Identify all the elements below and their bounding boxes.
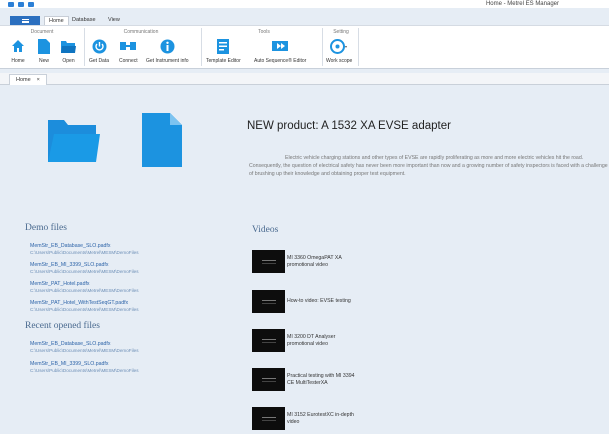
file-path: C:\Users\Public\Documents\Metrel\MESM\De… — [30, 250, 139, 255]
video-item[interactable]: Practical testing with MI 3394 CE MultiT… — [252, 368, 359, 391]
work-scope-button[interactable]: Work scope — [326, 38, 352, 64]
recent-files-title: Recent opened files — [25, 321, 100, 331]
file-name: MemStr_PAT_Hotel.padfx — [30, 281, 90, 287]
title-bar: Home - Metrel ES Manager — [0, 0, 609, 8]
new-button[interactable]: New — [38, 38, 50, 64]
file-name: MemStr_EB_MI_3399_SLO.padfx — [30, 262, 109, 268]
sequence-editor-icon — [272, 38, 289, 54]
list-item[interactable]: MemStr_EB_Database_SLO.padfx C:\Users\Pu… — [30, 243, 139, 255]
get-instrument-info-label: Get Instrument info — [146, 58, 189, 64]
news-title: NEW product: A 1532 XA EVSE adapter — [247, 120, 451, 132]
video-item[interactable]: How-to video: EVSE testing — [252, 290, 359, 313]
video-thumbnail — [252, 407, 285, 430]
file-menu-button[interactable] — [10, 16, 40, 25]
ribbon: Document Communication Tools Setting Hom… — [0, 25, 609, 69]
new-document-icon — [38, 38, 50, 54]
tab-database[interactable]: Database — [72, 17, 96, 23]
video-item[interactable]: MI 3360 OmegaPAT XA promotional video — [252, 250, 359, 273]
video-thumbnail — [252, 368, 285, 391]
menu-icon — [21, 18, 29, 23]
document-tab-label: Home — [16, 77, 31, 83]
app-icon — [8, 2, 14, 7]
template-editor-icon — [217, 38, 230, 54]
new-button-label: New — [38, 58, 49, 64]
open-file-large-button[interactable] — [48, 118, 100, 164]
group-title-tools: Tools — [258, 29, 270, 35]
work-scope-label: Work scope — [326, 58, 353, 64]
file-path: C:\Users\Public\Documents\Metrel\MESM\De… — [30, 348, 139, 353]
get-data-button[interactable]: Get Data — [89, 38, 109, 64]
tab-home[interactable]: Home — [44, 16, 69, 25]
home-button-label: Home — [11, 58, 25, 64]
video-title: MI 3152 EurotestXC in-depth video — [287, 411, 354, 425]
file-name: MemStr_EB_Database_SLO.padfx — [30, 243, 111, 249]
list-item[interactable]: MemStr_EB_Database_SLO.padfx C:\Users\Pu… — [30, 341, 139, 353]
home-icon — [11, 38, 25, 54]
separator — [84, 28, 85, 66]
video-thumbnail — [252, 329, 285, 352]
get-data-label: Get Data — [89, 58, 110, 64]
group-title-document: Document — [30, 29, 54, 35]
file-path: C:\Users\Public\Documents\Metrel\MESM\De… — [30, 307, 139, 312]
info-icon — [160, 38, 175, 54]
quick-access-toolbar — [8, 2, 34, 7]
video-title: MI 3200 DT Analyser promotional video — [287, 333, 336, 347]
window-title: Home - Metrel ES Manager — [485, 1, 559, 7]
open-button-label: Open — [62, 58, 75, 64]
video-item[interactable]: MI 3152 EurotestXC in-depth video — [252, 407, 359, 430]
list-item[interactable]: MemStr_PAT_Hotel.padfx C:\Users\Public\D… — [30, 281, 139, 293]
file-path: C:\Users\Public\Documents\Metrel\MESM\De… — [30, 269, 139, 274]
group-title-communication: Communication — [123, 29, 159, 35]
auto-sequence-editor-label: Auto Sequence® Editor — [254, 58, 307, 64]
open-button[interactable]: Open — [61, 38, 76, 64]
home-button[interactable]: Home — [11, 38, 25, 64]
list-item[interactable]: MemStr_EB_MI_3399_SLO.padfx C:\Users\Pub… — [30, 262, 139, 274]
video-thumbnail — [252, 250, 285, 273]
new-document-icon — [142, 113, 182, 167]
connect-label: Connect — [119, 58, 138, 64]
tab-view[interactable]: View — [108, 17, 120, 23]
get-instrument-info-button[interactable]: Get Instrument info — [146, 38, 189, 64]
auto-sequence-editor-button[interactable]: Auto Sequence® Editor — [254, 38, 306, 64]
save-icon[interactable] — [18, 2, 24, 7]
home-page: NEW product: A 1532 XA EVSE adapter Elec… — [0, 85, 609, 434]
separator — [358, 28, 359, 66]
new-file-large-button[interactable] — [142, 113, 182, 169]
video-title: Practical testing with MI 3394 CE MultiT… — [287, 372, 355, 386]
list-item[interactable]: MemStr_EB_MI_3399_SLO.padfx C:\Users\Pub… — [30, 361, 139, 373]
open-icon[interactable] — [28, 2, 34, 7]
news-body: Electric vehicle charging stations and o… — [249, 155, 608, 177]
video-title: How-to video: EVSE testing — [287, 298, 351, 304]
file-path: C:\Users\Public\Documents\Metrel\MESM\De… — [30, 288, 139, 293]
open-folder-icon — [61, 38, 76, 54]
connect-icon — [120, 38, 137, 54]
connect-button[interactable]: Connect — [119, 38, 138, 64]
file-path: C:\Users\Public\Documents\Metrel\MESM\De… — [30, 368, 139, 373]
template-editor-button[interactable]: Template Editor — [206, 38, 241, 64]
template-editor-label: Template Editor — [206, 58, 241, 64]
power-icon — [92, 38, 107, 54]
open-folder-icon — [48, 120, 100, 162]
video-thumbnail — [252, 290, 285, 313]
separator — [322, 28, 323, 66]
videos-title: Videos — [252, 225, 279, 235]
demo-files-title: Demo files — [25, 223, 67, 233]
document-tab-bar: Home × — [0, 73, 609, 85]
video-title: MI 3360 OmegaPAT XA promotional video — [287, 254, 342, 268]
close-icon[interactable]: × — [37, 75, 40, 85]
work-scope-icon — [330, 38, 348, 54]
document-tab-home[interactable]: Home × — [9, 74, 47, 85]
separator — [201, 28, 202, 66]
video-item[interactable]: MI 3200 DT Analyser promotional video — [252, 329, 359, 352]
group-title-setting: Setting — [333, 29, 349, 35]
file-name: MemStr_EB_MI_3399_SLO.padfx — [30, 361, 109, 367]
file-name: MemStr_PAT_Hotel_WithTestSeqGT.padfx — [30, 300, 129, 306]
list-item[interactable]: MemStr_PAT_Hotel_WithTestSeqGT.padfx C:\… — [30, 300, 139, 312]
file-name: MemStr_EB_Database_SLO.padfx — [30, 341, 111, 347]
